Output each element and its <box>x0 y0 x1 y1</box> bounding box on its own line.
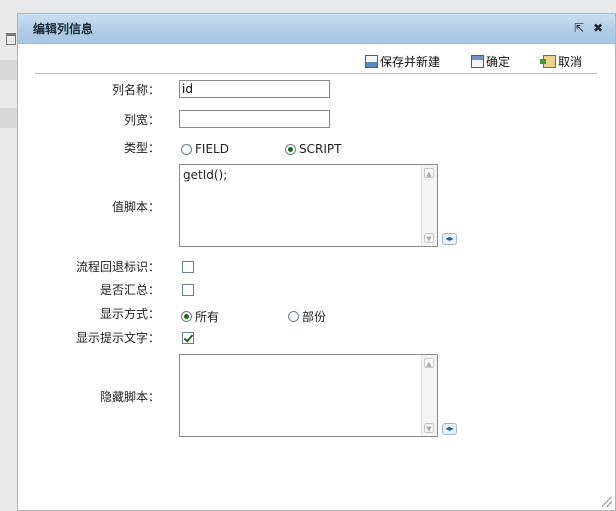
value-script-textarea[interactable]: getId(); ▲ ▼ <box>179 164 438 247</box>
type-field-option: FIELD <box>195 142 229 156</box>
type-field-radio[interactable]: FIELD <box>181 142 229 156</box>
flow-rollback-checkbox[interactable] <box>182 261 194 273</box>
hidden-script-label: 隐藏脚本： <box>99 390 160 404</box>
hidden-script-scrollbar[interactable]: ▲ ▼ <box>421 355 437 436</box>
cancel-icon <box>540 54 556 68</box>
scroll-down-icon[interactable]: ▼ <box>424 233 434 243</box>
value-script-expand-icon[interactable]: ◂▸ <box>442 233 457 245</box>
background-row <box>0 60 17 80</box>
column-width-label: 列宽： <box>123 113 160 127</box>
background-row <box>0 108 17 128</box>
scroll-up-icon[interactable]: ▲ <box>424 168 434 178</box>
hidden-script-textarea[interactable]: ▲ ▼ <box>179 354 438 437</box>
cancel-button[interactable]: 取消 <box>540 52 583 70</box>
edit-column-dialog: 编辑列信息 ⇱ ✖ 保存并新建 确定 取消 列名称： 列宽： 类型： FIELD… <box>17 13 616 511</box>
display-all-radio[interactable]: 所有 <box>181 308 219 325</box>
close-icon[interactable]: ✖ <box>591 21 605 35</box>
radio-circle <box>181 311 192 322</box>
scroll-down-icon[interactable]: ▼ <box>424 423 434 433</box>
value-script-label: 值脚本： <box>111 200 160 214</box>
type-label: 类型： <box>123 141 160 155</box>
radio-circle <box>288 311 299 322</box>
column-name-input[interactable] <box>179 80 330 98</box>
scroll-up-icon[interactable]: ▲ <box>424 358 434 368</box>
toolbar-divider <box>35 73 597 74</box>
save-icon <box>365 54 378 68</box>
ok-label: 确定 <box>486 54 511 69</box>
type-script-option: SCRIPT <box>299 142 342 156</box>
summary-label: 是否汇总： <box>99 283 160 297</box>
dialog-titlebar[interactable]: 编辑列信息 ⇱ ✖ <box>18 14 615 44</box>
column-width-input[interactable] <box>179 110 330 128</box>
resize-grip-icon[interactable] <box>602 497 612 507</box>
display-partial-option: 部份 <box>302 310 327 324</box>
confirm-icon <box>471 54 484 68</box>
type-script-radio[interactable]: SCRIPT <box>285 142 341 156</box>
flow-rollback-label: 流程回退标识： <box>75 260 160 274</box>
radio-circle <box>181 143 192 155</box>
column-name-label: 列名称： <box>111 83 160 97</box>
show-tip-text-label: 显示提示文字： <box>75 331 160 345</box>
radio-circle <box>285 143 296 155</box>
show-tip-text-checkbox[interactable] <box>182 332 194 344</box>
cancel-label: 取消 <box>558 54 583 69</box>
background-trash-icon <box>6 33 16 45</box>
display-partial-radio[interactable]: 部份 <box>288 308 326 325</box>
ok-button[interactable]: 确定 <box>471 52 510 70</box>
value-script-scrollbar[interactable]: ▲ ▼ <box>421 165 437 246</box>
hidden-script-expand-icon[interactable]: ◂▸ <box>442 423 457 435</box>
dialog-title: 编辑列信息 <box>33 22 94 36</box>
popout-icon[interactable]: ⇱ <box>572 21 586 35</box>
display-mode-label: 显示方式： <box>99 307 160 321</box>
value-script-text: getId(); <box>183 168 228 182</box>
display-all-option: 所有 <box>195 310 220 324</box>
summary-checkbox[interactable] <box>182 284 194 296</box>
save-and-new-label: 保存并新建 <box>380 54 441 69</box>
save-and-new-button[interactable]: 保存并新建 <box>365 52 440 70</box>
